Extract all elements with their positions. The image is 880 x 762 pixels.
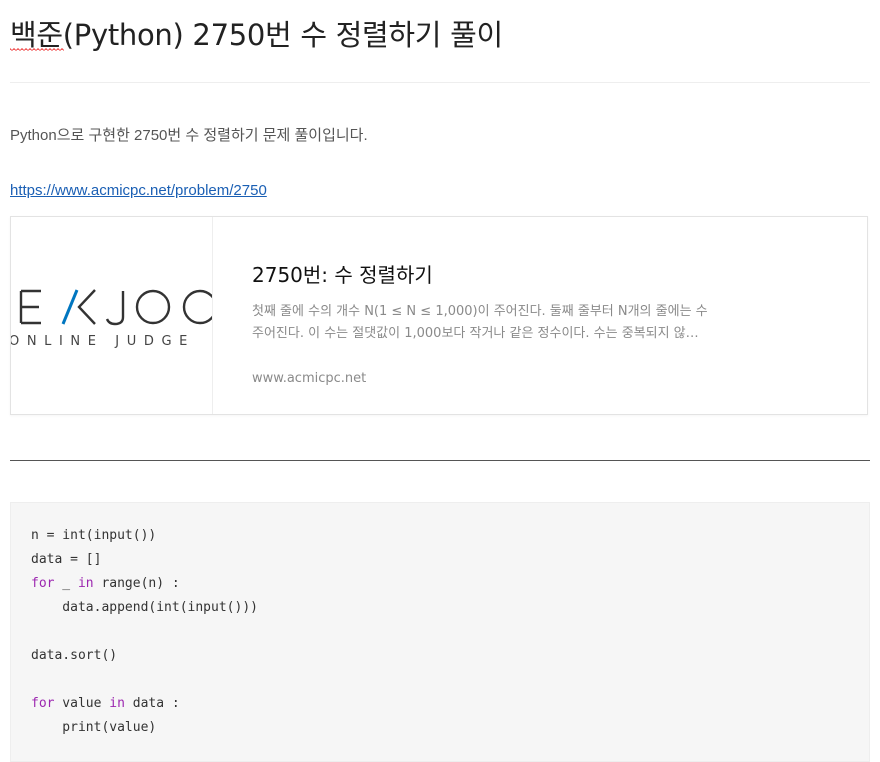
code-token: range(n) : (93, 576, 180, 591)
code-token: data = [] (31, 552, 102, 567)
code-keyword: for (31, 696, 55, 711)
code-line: print(value) (31, 716, 258, 740)
baekjoon-logo-icon (19, 289, 212, 326)
code-line: data.append(int(input())) (31, 596, 258, 620)
code-line: data = [] (31, 548, 258, 572)
code-token: value (54, 696, 110, 711)
baekjoon-logo-thumbnail: ONLINE JUDGE (11, 217, 213, 414)
logo-tagline: ONLINE JUDGE (11, 334, 195, 349)
spellcheck-underline (10, 48, 64, 53)
post-intro: Python으로 구현한 2750번 수 정렬하기 문제 풀이입니다. (10, 127, 368, 144)
card-description: 첫째 줄에 수의 개수 N(1 ≤ N ≤ 1,000)이 주어진다. 둘째 줄… (252, 304, 708, 341)
code-token: data.append(int(input())) (31, 600, 258, 615)
code-line: for _ in range(n) : (31, 572, 258, 596)
code-block: n = int(input()) data = [] for _ in range(… (10, 502, 870, 762)
code-token: n = int(input()) (31, 528, 157, 543)
code-token: print(value) (31, 720, 157, 735)
code-token: data.sort() (31, 648, 118, 663)
code-keyword: in (77, 576, 94, 591)
code-keyword: for (31, 576, 55, 591)
problem-link[interactable]: https://www.acmicpc.net/problem/2750 (10, 182, 267, 199)
code-line: n = int(input()) (31, 524, 258, 548)
code-token: _ (54, 576, 78, 591)
link-preview-card[interactable]: ONLINE JUDGE 2750번: 수 정렬하기 첫째 줄에 수의 개수 N… (10, 216, 868, 415)
code-keyword: in (109, 696, 125, 711)
code-content: n = int(input()) data = [] for _ in range(… (31, 524, 258, 740)
code-line: for value in data : (31, 692, 258, 716)
title-divider (10, 82, 870, 83)
code-token: data : (124, 696, 180, 711)
card-title[interactable]: 2750번: 수 정렬하기 (252, 259, 433, 288)
section-divider (10, 460, 870, 461)
code-line: data.sort() (31, 644, 258, 668)
card-domain: www.acmicpc.net (252, 371, 367, 386)
post-title: 백준(Python) 2750번 수 정렬하기 풀이 (10, 18, 503, 52)
